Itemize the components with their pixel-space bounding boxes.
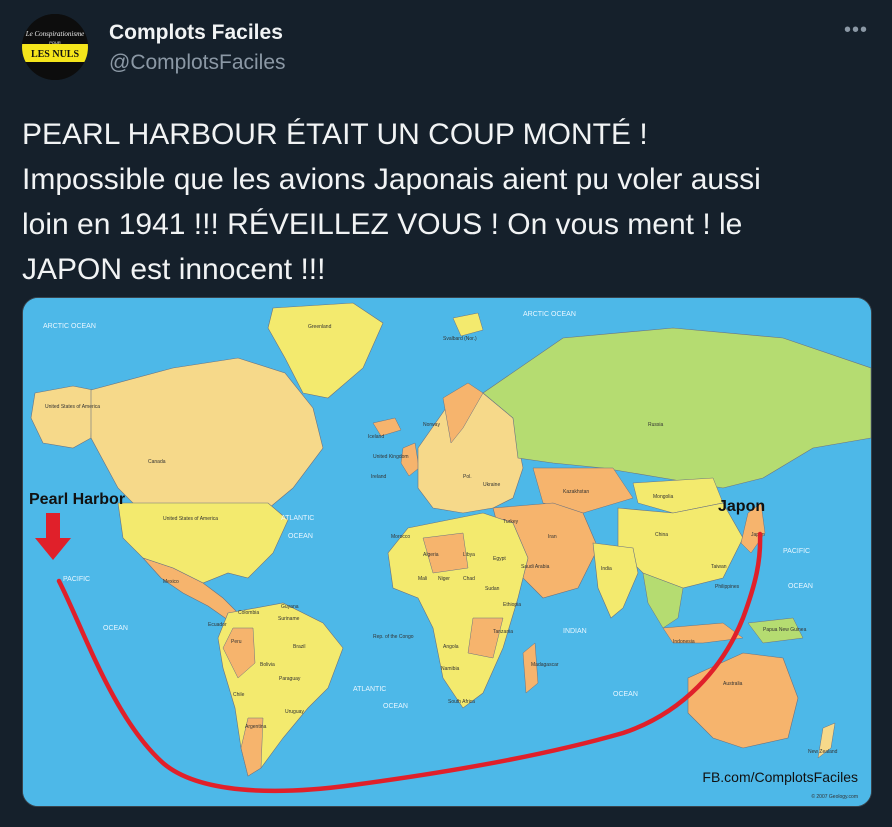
pearl-harbor-label: Pearl Harbor [29, 491, 125, 508]
country-label: Brazil [293, 644, 306, 650]
country-label: Australia [723, 681, 743, 687]
country-label: Suriname [278, 616, 300, 622]
display-name[interactable]: Complots Faciles [109, 21, 283, 45]
country-label: Chile [233, 692, 245, 698]
ocean-label: ARCTIC OCEAN [43, 323, 96, 330]
country-label: Algeria [423, 552, 439, 558]
ocean-label: INDIAN [563, 628, 587, 635]
country-label: Saudi Arabia [521, 564, 550, 570]
watermark: FB.com/ComplotsFaciles [702, 769, 858, 785]
country-label: Philippines [715, 584, 740, 590]
avatar-pour-text: POUR [49, 40, 61, 45]
country-label: United States of America [163, 516, 218, 522]
country-label: Ireland [371, 474, 387, 480]
avatar-image: Le Conspirationisme POUR LES NULS [22, 14, 88, 80]
ocean-label: ATLANTIC [353, 686, 386, 693]
country-label: Ukraine [483, 482, 500, 488]
tweet-line: PEARL HARBOUR ÉTAIT UN COUP MONTÉ ! [22, 118, 648, 151]
country-label: Paraguay [279, 676, 301, 682]
more-horizontal-icon[interactable]: ••• [841, 20, 871, 44]
country-label: Taiwan [711, 564, 727, 570]
avatar-top-text: Le Conspirationisme [25, 30, 85, 38]
country-label: Rep. of the Congo [373, 634, 414, 640]
country-label: Iran [548, 534, 557, 540]
ocean-label: OCEAN [613, 691, 638, 698]
ocean-label: PACIFIC [783, 548, 810, 555]
country-label: United States of America [45, 404, 100, 410]
tweet-line: loin en 1941 !!! RÉVEILLEZ VOUS ! On vou… [22, 208, 743, 241]
tweet-line: JAPON est innocent !!! [22, 253, 326, 286]
ocean-label: OCEAN [383, 703, 408, 710]
country-label: Greenland [308, 324, 332, 330]
ocean-label: PACIFIC [63, 576, 90, 583]
country-label: Niger [438, 576, 450, 582]
world-map: ARCTIC OCEAN ARCTIC OCEAN ATLANTIC OCEAN… [23, 298, 871, 806]
tweet-image[interactable]: ARCTIC OCEAN ARCTIC OCEAN ATLANTIC OCEAN… [22, 297, 872, 807]
country-label: Bolivia [260, 662, 275, 668]
country-label: Pol. [463, 474, 472, 480]
country-label: Morocco [391, 534, 410, 540]
country-label: Colombia [238, 610, 259, 616]
avatar[interactable]: Le Conspirationisme POUR LES NULS [22, 14, 88, 80]
canada-shape [90, 357, 324, 514]
country-label: Kazakhstan [563, 489, 589, 495]
country-label: Iceland [368, 434, 384, 440]
ocean-label: ATLANTIC [281, 515, 314, 522]
country-label: Peru [231, 639, 242, 645]
country-label: Argentina [245, 724, 267, 730]
japon-label: Japon [718, 498, 765, 515]
country-label: Canada [148, 459, 166, 465]
user-handle[interactable]: @ComplotsFaciles [109, 51, 286, 75]
ocean-label: OCEAN [788, 583, 813, 590]
country-label: Sudan [485, 586, 500, 592]
country-label: Indonesia [673, 639, 695, 645]
country-label: New Zealand [808, 749, 838, 755]
tweet-text: PEARL HARBOUR ÉTAIT UN COUP MONTÉ ! Impo… [22, 112, 872, 292]
ocean-label: OCEAN [288, 533, 313, 540]
country-label: Namibia [441, 666, 460, 672]
copyright: © 2007 Geology.com [811, 793, 858, 800]
country-label: Russia [648, 422, 664, 428]
country-label: United Kingdom [373, 454, 409, 460]
country-label: Libya [463, 552, 475, 558]
country-label: Guyana [281, 604, 299, 610]
avatar-main-text: LES NULS [31, 49, 80, 60]
country-label: Papua New Guinea [763, 627, 807, 633]
country-label: Mexico [163, 579, 179, 585]
tweet-line: Impossible que les avions Japonais aient… [22, 163, 761, 196]
country-label: South Africa [448, 699, 475, 705]
country-label: Madagascar [531, 662, 559, 668]
country-label: Svalbard (Nor.) [443, 336, 477, 342]
country-label: Egypt [493, 556, 506, 562]
country-label: Uruguay [285, 709, 304, 715]
country-label: Mali [418, 576, 427, 582]
country-label: Ethiopia [503, 602, 521, 608]
country-label: China [655, 532, 668, 538]
country-label: Norway [423, 422, 440, 428]
ocean-label: ARCTIC OCEAN [523, 311, 576, 318]
country-label: India [601, 566, 612, 572]
country-label: Tanzania [493, 629, 513, 635]
country-label: Angola [443, 644, 459, 650]
country-label: Chad [463, 576, 475, 582]
ocean-label: OCEAN [103, 625, 128, 632]
country-label: Turkey [503, 519, 519, 525]
country-label: Ecuador [208, 622, 227, 628]
country-label: Mongolia [653, 494, 674, 500]
